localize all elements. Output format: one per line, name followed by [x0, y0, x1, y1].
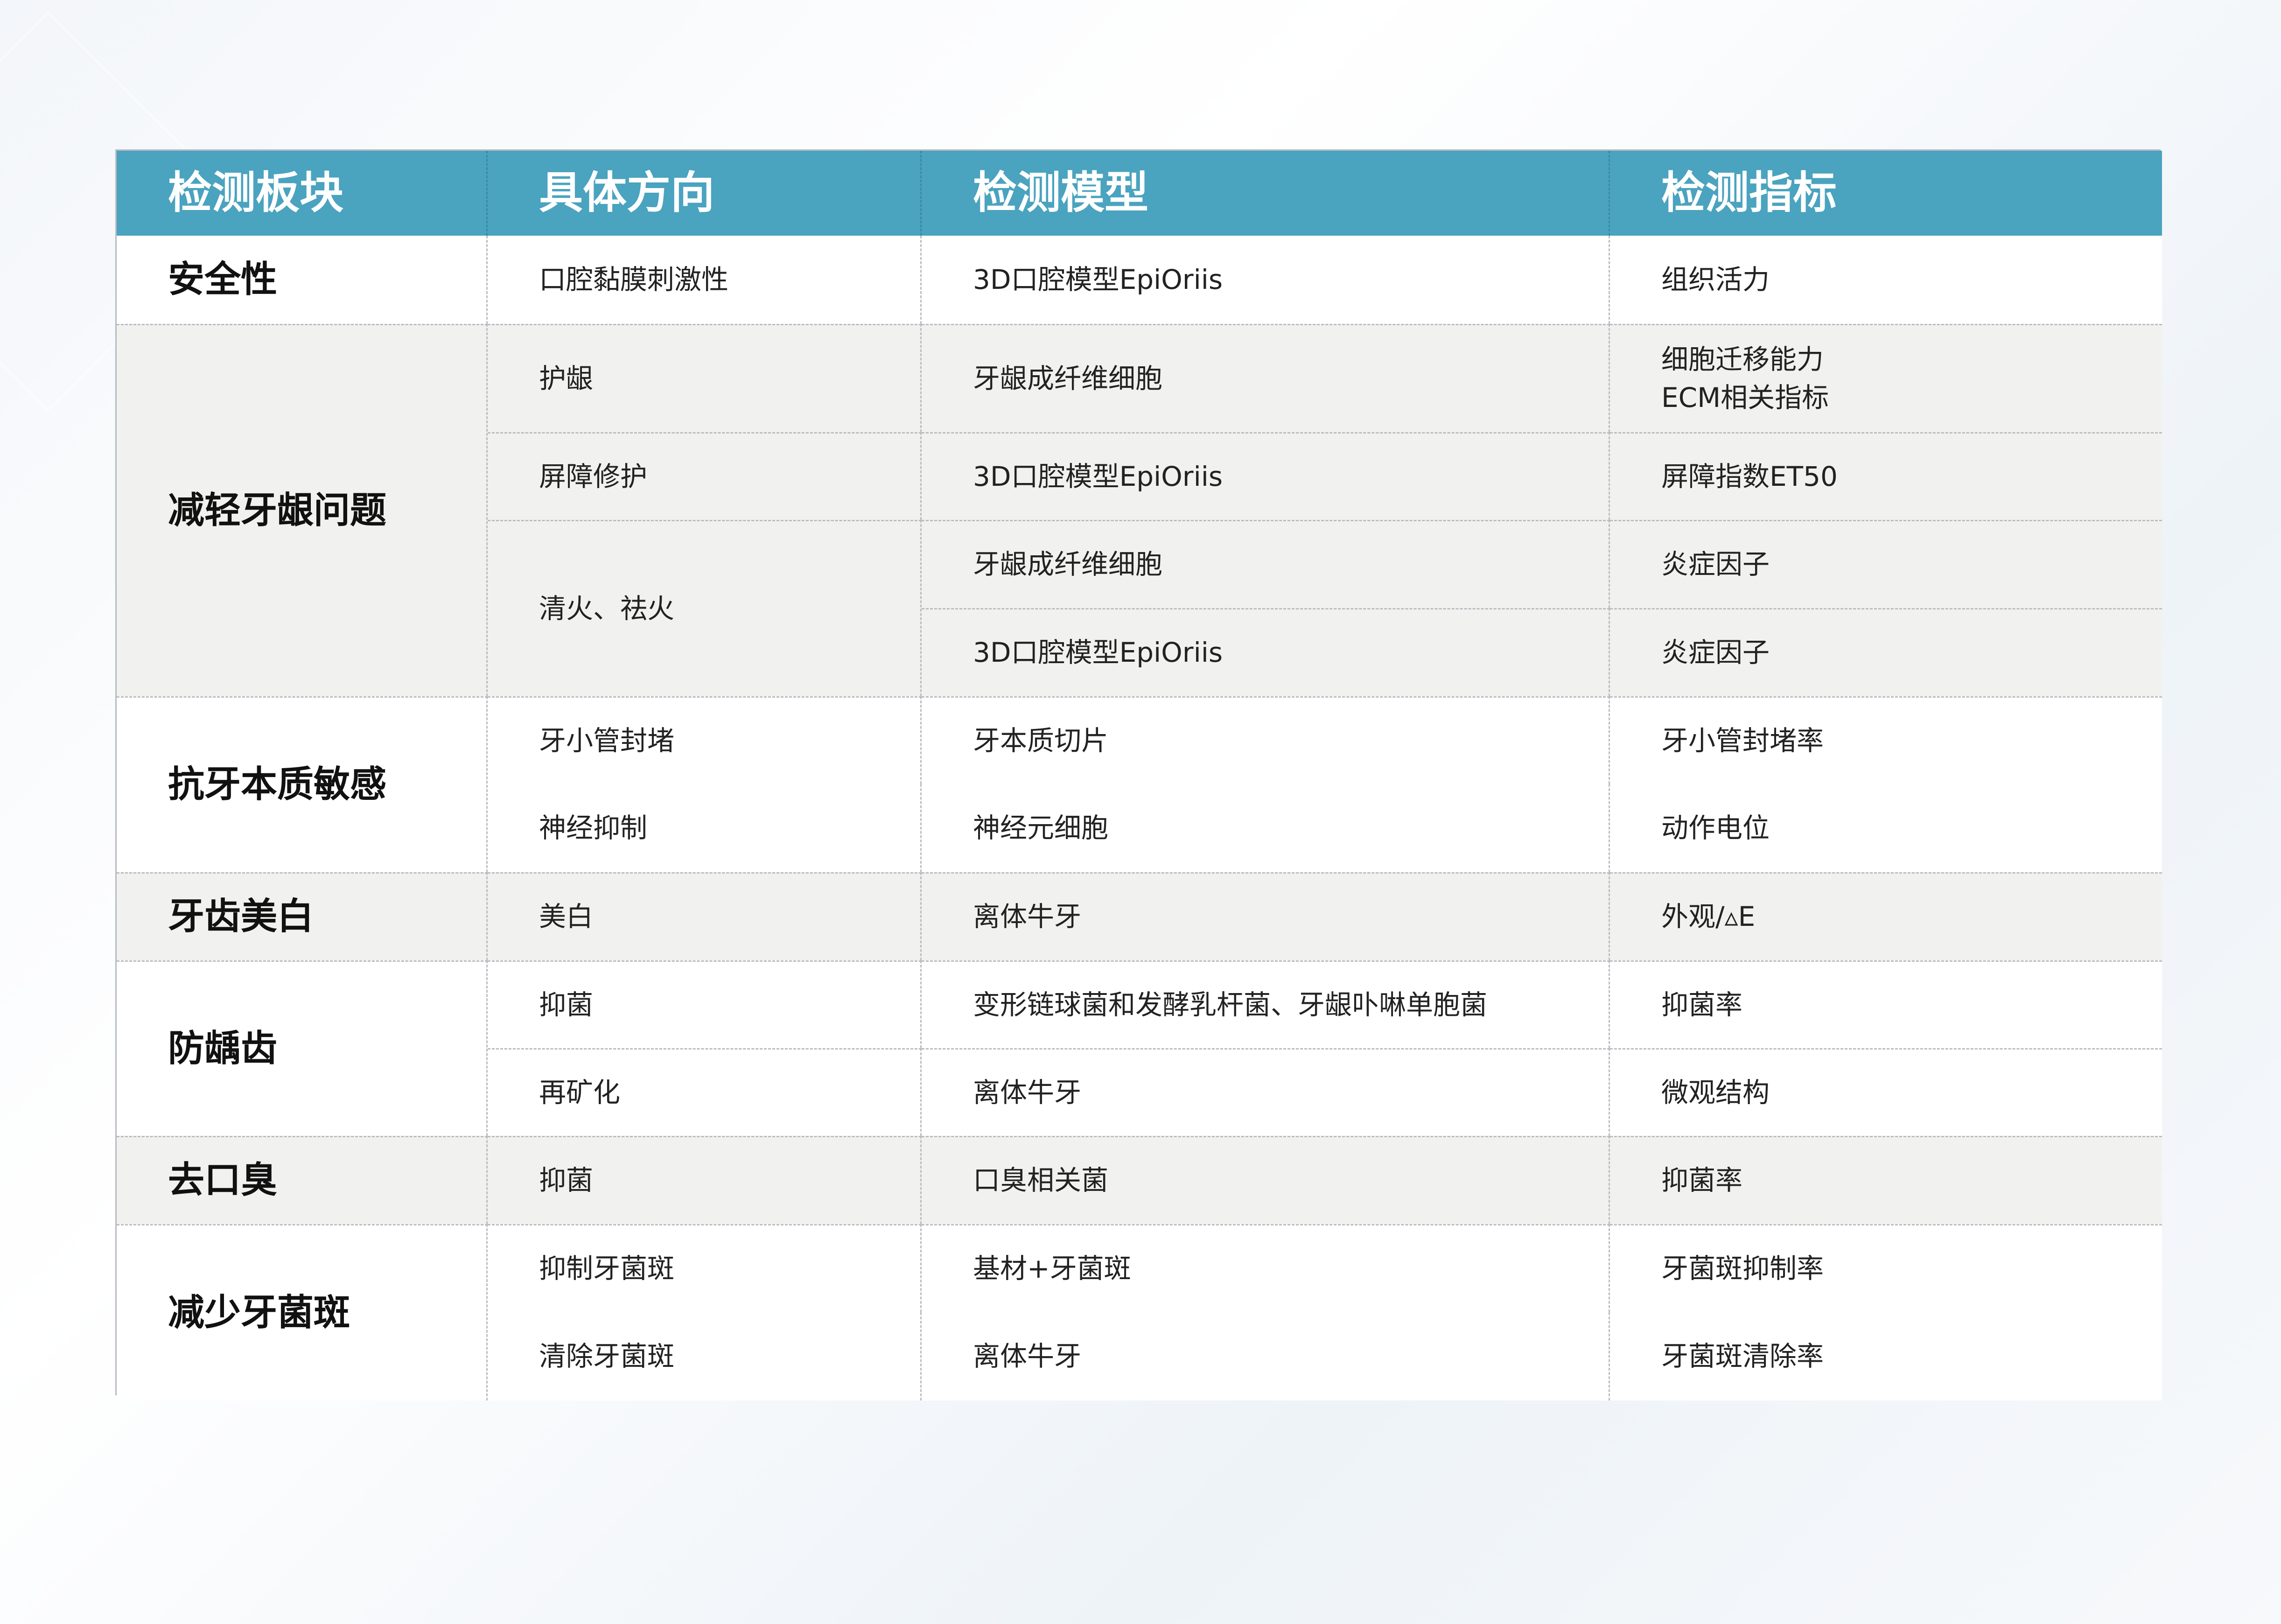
indicator-cell: 动作电位: [1610, 784, 2162, 872]
direction-cell: 清火、祛火: [488, 520, 922, 696]
model-cell: 离体牛牙: [922, 1312, 1610, 1400]
model-cell: 3D口腔模型EpiOriis: [922, 432, 1610, 520]
section-cell: 去口臭: [117, 1136, 488, 1224]
direction-cell: 抑菌: [488, 960, 922, 1048]
header-cell: 检测指标: [1610, 151, 2162, 236]
model-cell: 3D口腔模型EpiOriis: [922, 236, 1610, 324]
indicator-cell: 组织活力: [1610, 236, 2162, 324]
model-cell: 3D口腔模型EpiOriis: [922, 608, 1610, 696]
model-cell: 神经元细胞: [922, 784, 1610, 872]
model-cell: 离体牛牙: [922, 872, 1610, 960]
indicator-cell: 炎症因子: [1610, 608, 2162, 696]
section-cell: 牙齿美白: [117, 872, 488, 960]
direction-cell: 抑菌: [488, 1136, 922, 1224]
section-cell: 安全性: [117, 236, 488, 324]
model-cell: 变形链球菌和发酵乳杆菌、牙龈卟啉单胞菌: [922, 960, 1610, 1048]
indicator-line: 细胞迁移能力: [1661, 343, 1824, 376]
indicator-cell: 外观/▵E: [1610, 872, 2162, 960]
header-cell: 检测模型: [922, 151, 1610, 236]
direction-cell: 清除牙菌斑: [488, 1312, 922, 1400]
direction-cell: 抑制牙菌斑: [488, 1224, 922, 1312]
indicator-cell: 屏障指数ET50: [1610, 432, 2162, 520]
section-cell: 抗牙本质敏感: [117, 696, 488, 872]
direction-cell: 屏障修护: [488, 432, 922, 520]
indicator-cell: 炎症因子: [1610, 520, 2162, 608]
model-cell: 牙龈成纤维细胞: [922, 324, 1610, 432]
inspection-table: 检测板块 具体方向 检测模型 检测指标 安全性 口腔黏膜刺激性 3D口腔模型Ep…: [115, 149, 2162, 1400]
indicator-cell: 微观结构: [1610, 1048, 2162, 1136]
indicator-cell: 牙小管封堵率: [1610, 696, 2162, 784]
direction-cell: 美白: [488, 872, 922, 960]
direction-cell: 再矿化: [488, 1048, 922, 1136]
header-cell: 具体方向: [488, 151, 922, 236]
direction-cell: 护龈: [488, 324, 922, 432]
direction-cell: 口腔黏膜刺激性: [488, 236, 922, 324]
model-cell: 牙龈成纤维细胞: [922, 520, 1610, 608]
indicator-cell: 细胞迁移能力 ECM相关指标: [1610, 324, 2162, 432]
indicator-line: ECM相关指标: [1661, 381, 1829, 413]
indicator-cell: 牙菌斑清除率: [1610, 1312, 2162, 1400]
direction-cell: 牙小管封堵: [488, 696, 922, 784]
direction-cell: 神经抑制: [488, 784, 922, 872]
model-cell: 离体牛牙: [922, 1048, 1610, 1136]
section-cell: 减少牙菌斑: [117, 1224, 488, 1400]
indicator-cell: 抑菌率: [1610, 960, 2162, 1048]
header-cell: 检测板块: [117, 151, 488, 236]
model-cell: 口臭相关菌: [922, 1136, 1610, 1224]
section-cell: 减轻牙龈问题: [117, 324, 488, 696]
model-cell: 牙本质切片: [922, 696, 1610, 784]
indicator-cell: 牙菌斑抑制率: [1610, 1224, 2162, 1312]
indicator-cell: 抑菌率: [1610, 1136, 2162, 1224]
section-cell: 防龋齿: [117, 960, 488, 1136]
model-cell: 基材+牙菌斑: [922, 1224, 1610, 1312]
